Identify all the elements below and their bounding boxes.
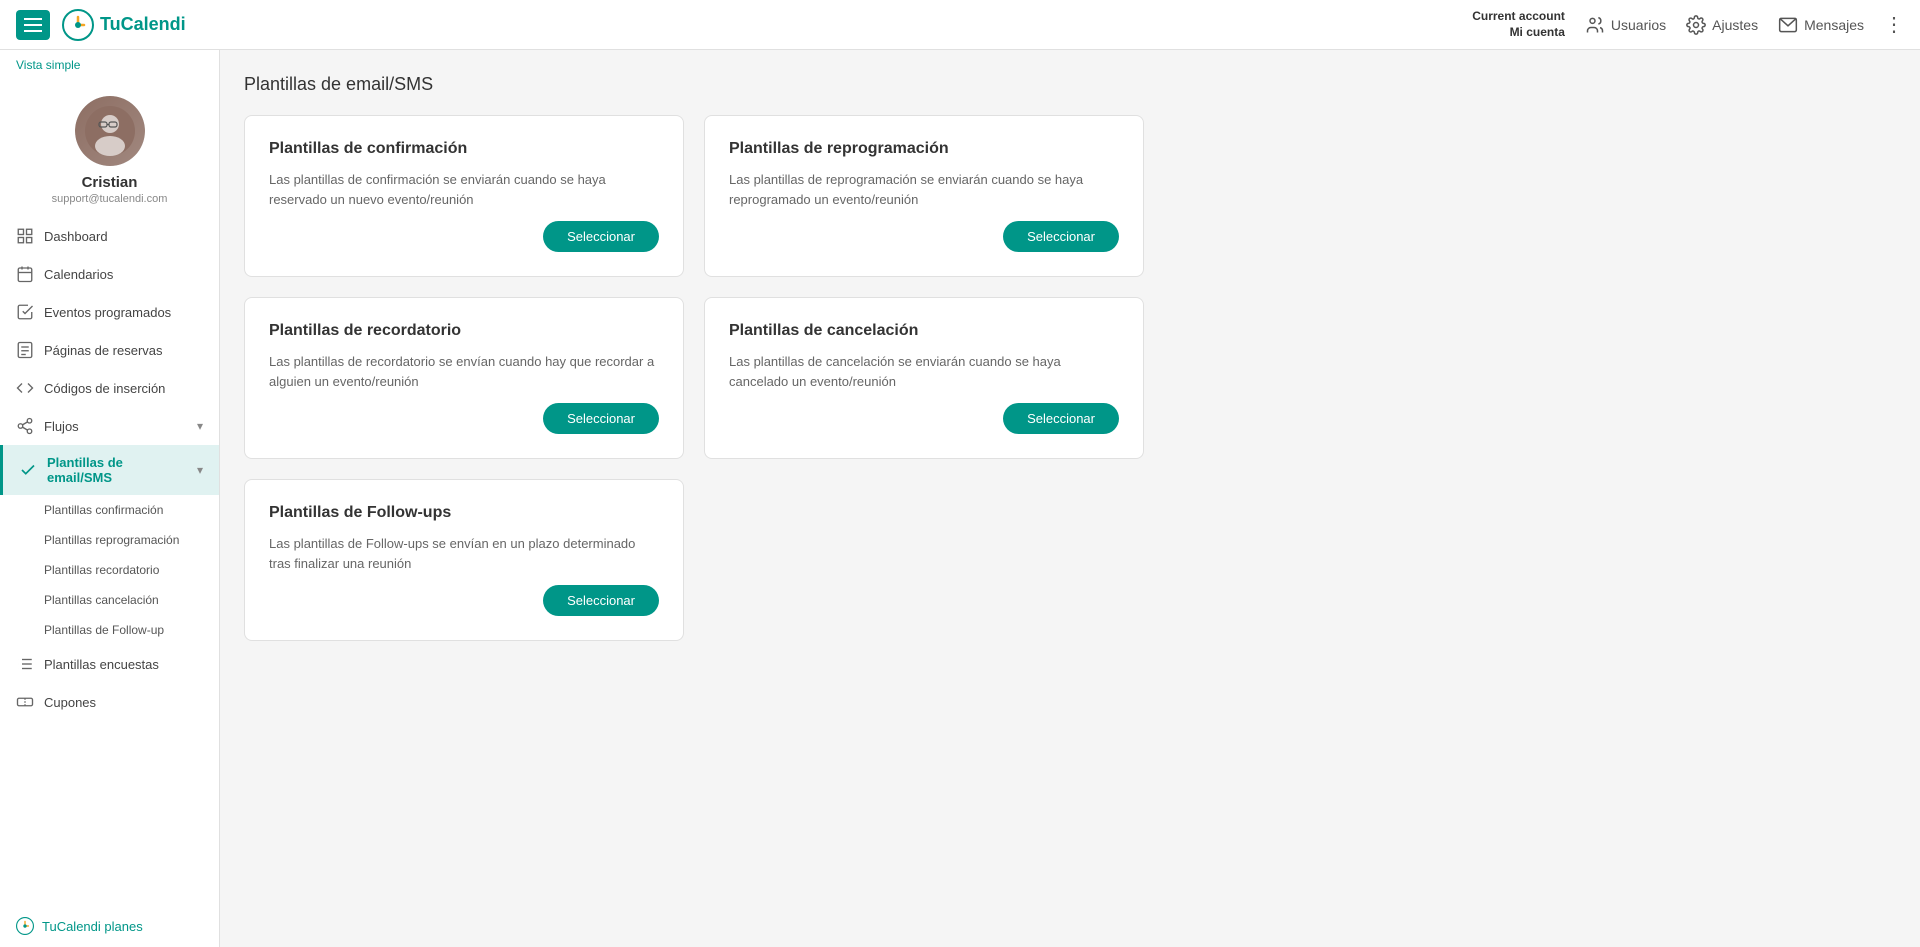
sidebar-item-paginas[interactable]: Páginas de reservas [0, 331, 219, 369]
btn-seleccionar-followups[interactable]: Seleccionar [543, 585, 659, 616]
mensajes-nav[interactable]: Mensajes [1778, 15, 1864, 35]
card-followups: Plantillas de Follow-ups Las plantillas … [244, 479, 684, 641]
sidebar-item-paginas-label: Páginas de reservas [44, 343, 163, 358]
sidebar-submenu-plantillas: Plantillas confirmación Plantillas repro… [0, 495, 219, 645]
btn-seleccionar-cancelacion[interactable]: Seleccionar [1003, 403, 1119, 434]
sidebar-item-plantillas-email[interactable]: Plantillas de email/SMS ▾ [0, 445, 219, 495]
sidebar-item-plantillas-email-label: Plantillas de email/SMS [47, 455, 187, 485]
sidebar-bottom: TuCalendi planes [0, 905, 219, 947]
mail-icon [1778, 15, 1798, 35]
check-square-icon [16, 303, 34, 321]
profile-email: support@tucalendi.com [52, 193, 168, 205]
ajustes-label: Ajustes [1712, 17, 1758, 33]
ajustes-nav[interactable]: Ajustes [1686, 15, 1758, 35]
logo-icon [62, 9, 94, 41]
avatar-image [75, 96, 145, 166]
btn-seleccionar-recordatorio[interactable]: Seleccionar [543, 403, 659, 434]
mensajes-label: Mensajes [1804, 17, 1864, 33]
sidebar-item-dashboard-label: Dashboard [44, 229, 108, 244]
check-icon [19, 461, 37, 479]
sub-item-cancelacion[interactable]: Plantillas cancelación [0, 585, 219, 615]
card-reprogramacion-title: Plantillas de reprogramación [729, 140, 1119, 158]
encuestas-icon [16, 655, 34, 673]
btn-seleccionar-reprogramacion[interactable]: Seleccionar [1003, 221, 1119, 252]
main-content: Plantillas de email/SMS Plantillas de co… [220, 50, 1920, 947]
usuarios-nav[interactable]: Usuarios [1585, 15, 1666, 35]
sidebar-item-flujos-label: Flujos [44, 419, 79, 434]
card-cancelacion: Plantillas de cancelación Las plantillas… [704, 297, 1144, 459]
sidebar-item-dashboard[interactable]: Dashboard [0, 217, 219, 255]
card-confirmacion-title: Plantillas de confirmación [269, 140, 659, 158]
topnav-left: TuCalendi [16, 9, 186, 41]
sidebar-profile: Cristian support@tucalendi.com [0, 80, 219, 217]
card-recordatorio-title: Plantillas de recordatorio [269, 322, 659, 340]
more-options[interactable]: ⋮ [1884, 12, 1904, 37]
sidebar-item-cupones-label: Cupones [44, 695, 96, 710]
plantillas-chevron: ▾ [197, 463, 203, 477]
card-reprogramacion-action: Seleccionar [729, 221, 1119, 252]
flujos-icon [16, 417, 34, 435]
file-icon [16, 341, 34, 359]
avatar [75, 96, 145, 166]
layout: Vista simple Cristian supp [0, 50, 1920, 947]
sidebar-item-flujos[interactable]: Flujos ▾ [0, 407, 219, 445]
card-followups-title: Plantillas de Follow-ups [269, 504, 659, 522]
tucalendi-planes-label: TuCalendi planes [42, 919, 143, 934]
card-recordatorio: Plantillas de recordatorio Las plantilla… [244, 297, 684, 459]
card-recordatorio-desc: Las plantillas de recordatorio se envían… [269, 352, 659, 391]
card-reprogramacion-desc: Las plantillas de reprogramación se envi… [729, 170, 1119, 209]
card-recordatorio-action: Seleccionar [269, 403, 659, 434]
calendar-icon [16, 265, 34, 283]
usuarios-label: Usuarios [1611, 17, 1666, 33]
card-followups-desc: Las plantillas de Follow-ups se envían e… [269, 534, 659, 573]
card-cancelacion-action: Seleccionar [729, 403, 1119, 434]
btn-seleccionar-confirmacion[interactable]: Seleccionar [543, 221, 659, 252]
topnav: TuCalendi Current account Mi cuenta Usua… [0, 0, 1920, 50]
cards-grid: Plantillas de confirmación Las plantilla… [244, 115, 1144, 641]
card-followups-action: Seleccionar [269, 585, 659, 616]
sidebar-item-encuestas[interactable]: Plantillas encuestas [0, 645, 219, 683]
hamburger-menu[interactable] [16, 10, 50, 40]
card-confirmacion-action: Seleccionar [269, 221, 659, 252]
gear-icon [1686, 15, 1706, 35]
sidebar-nav: Dashboard Calendarios Eventos programado… [0, 217, 219, 905]
usuarios-icon [1585, 15, 1605, 35]
grid-icon [16, 227, 34, 245]
logo-text: TuCalendi [100, 14, 186, 35]
sidebar-item-calendarios[interactable]: Calendarios [0, 255, 219, 293]
topnav-right: Current account Mi cuenta Usuarios Ajust… [1472, 9, 1904, 40]
sidebar-item-cupones[interactable]: Cupones [0, 683, 219, 721]
card-reprogramacion: Plantillas de reprogramación Las plantil… [704, 115, 1144, 277]
sub-item-followup[interactable]: Plantillas de Follow-up [0, 615, 219, 645]
sidebar-item-eventos[interactable]: Eventos programados [0, 293, 219, 331]
sub-item-confirmacion[interactable]: Plantillas confirmación [0, 495, 219, 525]
page-title: Plantillas de email/SMS [244, 74, 1896, 95]
sidebar-item-eventos-label: Eventos programados [44, 305, 171, 320]
flujos-chevron: ▾ [197, 419, 203, 433]
sidebar-item-codigos-label: Códigos de inserción [44, 381, 165, 396]
sidebar: Vista simple Cristian supp [0, 50, 220, 947]
logo[interactable]: TuCalendi [62, 9, 186, 41]
card-cancelacion-desc: Las plantillas de cancelación se enviará… [729, 352, 1119, 391]
sub-item-recordatorio[interactable]: Plantillas recordatorio [0, 555, 219, 585]
vista-simple[interactable]: Vista simple [0, 50, 219, 80]
card-confirmacion: Plantillas de confirmación Las plantilla… [244, 115, 684, 277]
tucalendi-planes[interactable]: TuCalendi planes [16, 917, 203, 935]
code-icon [16, 379, 34, 397]
card-confirmacion-desc: Las plantillas de confirmación se enviar… [269, 170, 659, 209]
cupones-icon [16, 693, 34, 711]
sidebar-item-codigos[interactable]: Códigos de inserción [0, 369, 219, 407]
current-account: Current account Mi cuenta [1472, 9, 1565, 40]
sidebar-item-encuestas-label: Plantillas encuestas [44, 657, 159, 672]
avatar-svg [85, 106, 135, 156]
sidebar-item-calendarios-label: Calendarios [44, 267, 113, 282]
sub-item-reprogramacion[interactable]: Plantillas reprogramación [0, 525, 219, 555]
card-cancelacion-title: Plantillas de cancelación [729, 322, 1119, 340]
planes-logo-icon [16, 917, 34, 935]
profile-name: Cristian [82, 174, 138, 191]
